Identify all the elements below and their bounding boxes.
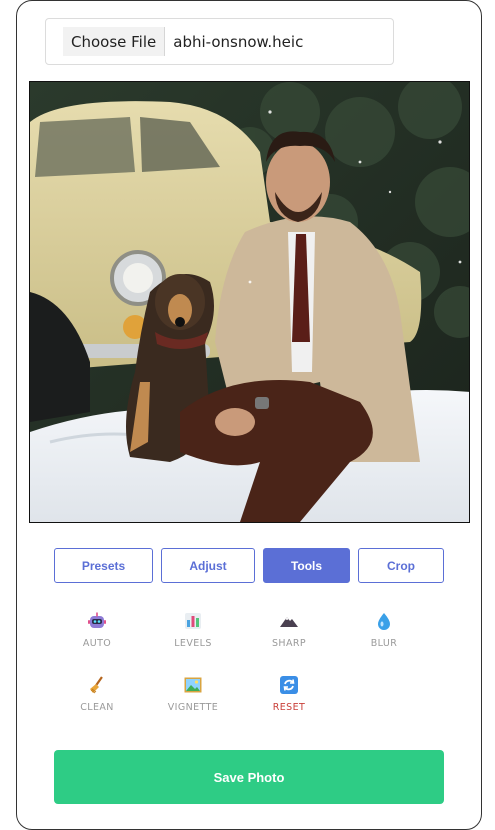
tool-clean[interactable]: CLEAN bbox=[57, 674, 137, 724]
tool-label: BLUR bbox=[370, 638, 398, 649]
file-picker[interactable]: Choose File abhi-onsnow.heic bbox=[45, 18, 394, 65]
photo-image bbox=[30, 82, 469, 522]
tool-label: CLEAN bbox=[80, 702, 114, 713]
tool-label: SHARP bbox=[271, 638, 306, 649]
editor-tabs: Presets Adjust Tools Crop bbox=[54, 548, 444, 583]
photo-preview bbox=[29, 81, 470, 523]
tool-blur[interactable]: BLUR bbox=[344, 610, 424, 660]
bar-chart-icon bbox=[182, 610, 204, 632]
refresh-icon bbox=[278, 674, 300, 696]
picture-icon bbox=[182, 674, 204, 696]
choose-file-button[interactable]: Choose File bbox=[63, 27, 166, 56]
selected-file-name: abhi-onsnow.heic bbox=[173, 32, 304, 51]
tab-crop[interactable]: Crop bbox=[358, 548, 444, 583]
save-photo-button[interactable]: Save Photo bbox=[54, 750, 444, 804]
tool-auto[interactable]: AUTO bbox=[57, 610, 137, 660]
tool-label: AUTO bbox=[82, 638, 112, 649]
tool-label: VIGNETTE bbox=[167, 702, 219, 713]
tool-label: LEVELS bbox=[174, 638, 212, 649]
mountain-icon bbox=[278, 610, 300, 632]
tab-presets[interactable]: Presets bbox=[54, 548, 153, 583]
tool-vignette[interactable]: VIGNETTE bbox=[153, 674, 233, 724]
tool-label: RESET bbox=[272, 702, 306, 713]
tool-reset[interactable]: RESET bbox=[249, 674, 329, 724]
tab-adjust[interactable]: Adjust bbox=[161, 548, 255, 583]
robot-icon bbox=[86, 610, 108, 632]
tool-levels[interactable]: LEVELS bbox=[153, 610, 233, 660]
tool-sharp[interactable]: SHARP bbox=[249, 610, 329, 660]
droplet-icon bbox=[373, 610, 395, 632]
broom-icon bbox=[86, 674, 108, 696]
tab-tools[interactable]: Tools bbox=[263, 548, 350, 583]
